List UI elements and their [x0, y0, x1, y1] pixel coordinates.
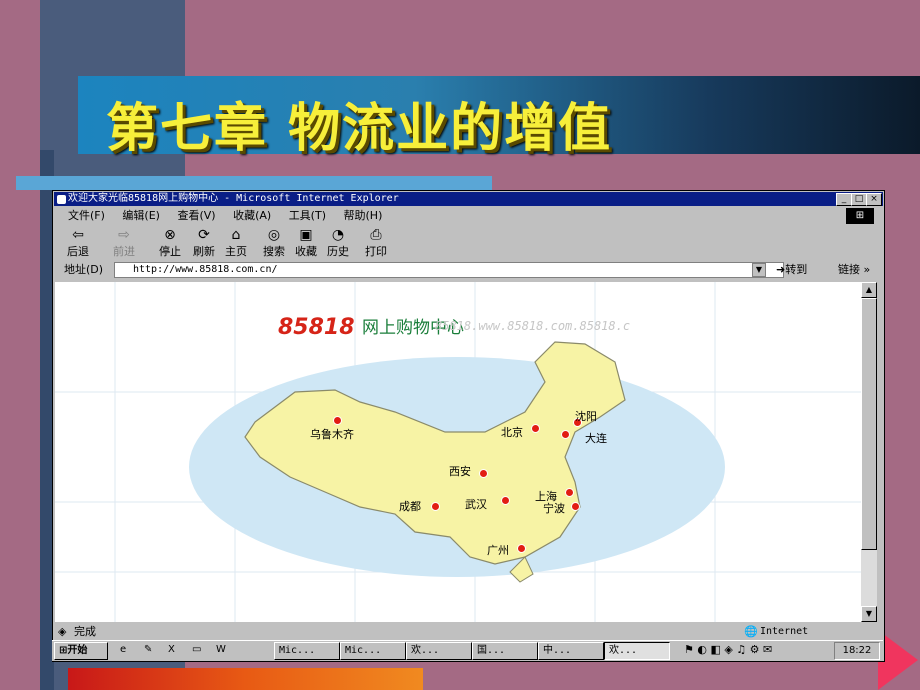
- tray-icons: ⚑ ◐ ◧ ◈ ♫ ⚙ ✉: [684, 643, 773, 656]
- scroll-up-icon[interactable]: ▲: [861, 282, 877, 298]
- windows-logo-icon: ⊞: [846, 208, 874, 224]
- city-label: 成都: [399, 500, 421, 513]
- quicklaunch-edit-icon[interactable]: ✎: [144, 641, 152, 659]
- menu-tools[interactable]: 工具(T): [289, 209, 326, 222]
- vertical-scrollbar[interactable]: ▲ ▼: [861, 282, 877, 622]
- china-map: 85818 网上购物中心 85818.www.85818.com.85818.c: [55, 282, 861, 622]
- home-icon: ⌂: [231, 227, 241, 243]
- clock: 18:22: [834, 642, 880, 660]
- page-content: 85818 网上购物中心 85818.www.85818.com.85818.c…: [55, 282, 861, 622]
- refresh-button[interactable]: ⟳ 刷新: [188, 227, 220, 259]
- address-label: 地址(D): [64, 263, 104, 276]
- city-marker[interactable]: [431, 502, 440, 511]
- address-dropdown-icon[interactable]: ▼: [752, 263, 766, 277]
- close-button[interactable]: ×: [866, 193, 882, 206]
- forward-icon: ⇨: [118, 227, 130, 243]
- task-button[interactable]: 欢...: [406, 642, 472, 660]
- quicklaunch-word-icon[interactable]: W: [216, 641, 226, 659]
- favorites-icon: ▣: [299, 227, 313, 243]
- task-button-active[interactable]: 欢...: [604, 642, 670, 660]
- quicklaunch-desktop-icon[interactable]: ▭: [192, 641, 201, 659]
- task-button[interactable]: 中...: [538, 642, 604, 660]
- task-button[interactable]: 国...: [472, 642, 538, 660]
- history-button[interactable]: ◔ 历史: [322, 227, 354, 259]
- city-marker[interactable]: [531, 424, 540, 433]
- taskbar: ⊞开始 e ✎ X ▭ W Mic... Mic... 欢... 国... 中.…: [52, 640, 883, 661]
- window-titlebar: 欢迎大家光临85818网上购物中心 - Microsoft Internet E…: [54, 192, 883, 206]
- maximize-button[interactable]: □: [851, 193, 867, 206]
- slide-title: 第七章 物流业的增值: [106, 98, 613, 159]
- menu-edit[interactable]: 编辑(E): [122, 209, 160, 222]
- start-button[interactable]: ⊞开始: [54, 642, 108, 660]
- stop-icon: ⊗: [164, 227, 176, 243]
- city-marker[interactable]: [479, 469, 488, 478]
- toolbar: ⇦ 后退 ⇨ 前进 ⊗ 停止 ⟳ 刷新 ⌂ 主页 ◎ 搜索 ▣ 收藏 ◔ 历史 ⎙ 打印: [54, 227, 883, 259]
- refresh-icon: ⟳: [198, 227, 210, 243]
- ie-icon: [57, 195, 66, 204]
- home-button[interactable]: ⌂ 主页: [220, 227, 252, 259]
- city-marker[interactable]: [561, 430, 570, 439]
- print-icon: ⎙: [370, 227, 382, 243]
- address-bar: 地址(D) http://www.85818.com.cn/ ▼ ➜转到 链接 …: [54, 261, 883, 279]
- search-button[interactable]: ◎ 搜索: [258, 227, 290, 259]
- quicklaunch-ie-icon[interactable]: e: [120, 641, 126, 659]
- menu-file[interactable]: 文件(F): [68, 209, 105, 222]
- stop-button[interactable]: ⊗ 停止: [154, 227, 186, 259]
- search-icon: ◎: [267, 227, 281, 243]
- go-button[interactable]: ➜转到: [776, 261, 807, 279]
- scroll-down-icon[interactable]: ▼: [861, 606, 877, 622]
- city-marker[interactable]: [501, 496, 510, 505]
- menu-bar: 文件(F) 编辑(E) 查看(V) 收藏(A) 工具(T) 帮助(H): [54, 207, 883, 225]
- favorites-button[interactable]: ▣ 收藏: [290, 227, 322, 259]
- decor-stripe-horizontal: [16, 176, 492, 190]
- back-icon: ⇦: [72, 227, 84, 243]
- forward-button[interactable]: ⇨ 前进: [108, 227, 140, 259]
- links-button[interactable]: 链接 »: [838, 261, 870, 279]
- site-logo: 85818: [278, 315, 355, 340]
- menu-help[interactable]: 帮助(H): [344, 209, 383, 222]
- city-label: 乌鲁木齐: [310, 428, 354, 441]
- scroll-thumb[interactable]: [861, 298, 877, 550]
- city-label: 广州: [487, 544, 509, 557]
- city-marker[interactable]: [517, 544, 526, 553]
- city-label: 武汉: [465, 498, 487, 511]
- quicklaunch-excel-icon[interactable]: X: [168, 641, 175, 659]
- city-label: 西安: [449, 465, 471, 478]
- city-label: 大连: [585, 432, 607, 445]
- page-done-icon: ◈: [58, 625, 67, 638]
- city-label: 北京: [501, 426, 523, 439]
- decor-bottom-bar: [68, 668, 423, 690]
- city-marker[interactable]: [565, 488, 574, 497]
- menu-favorites[interactable]: 收藏(A): [233, 209, 271, 222]
- task-button[interactable]: Mic...: [340, 642, 406, 660]
- minimize-button[interactable]: _: [836, 193, 852, 206]
- site-banner: 85818.www.85818.com.85818.c: [435, 319, 630, 333]
- status-bar: ◈ 完成 🌐 Internet: [54, 625, 883, 639]
- back-button[interactable]: ⇦ 后退: [62, 227, 94, 259]
- address-input[interactable]: http://www.85818.com.cn/: [114, 262, 784, 278]
- city-marker[interactable]: [571, 502, 580, 511]
- menu-view[interactable]: 查看(V): [177, 209, 215, 222]
- internet-zone-icon: 🌐: [744, 625, 758, 638]
- history-icon: ◔: [331, 227, 345, 243]
- status-zone: Internet: [760, 626, 809, 637]
- window-title: 欢迎大家光临85818网上购物中心 - Microsoft Internet E…: [68, 193, 399, 204]
- status-text: 完成: [74, 625, 96, 638]
- city-label: 沈阳: [575, 410, 597, 423]
- ie-window: 欢迎大家光临85818网上购物中心 - Microsoft Internet E…: [52, 190, 885, 662]
- city-label: 宁波: [543, 502, 565, 515]
- task-button[interactable]: Mic...: [274, 642, 340, 660]
- city-marker[interactable]: [333, 416, 342, 425]
- go-icon: ➜: [776, 263, 786, 276]
- print-button[interactable]: ⎙ 打印: [360, 227, 392, 259]
